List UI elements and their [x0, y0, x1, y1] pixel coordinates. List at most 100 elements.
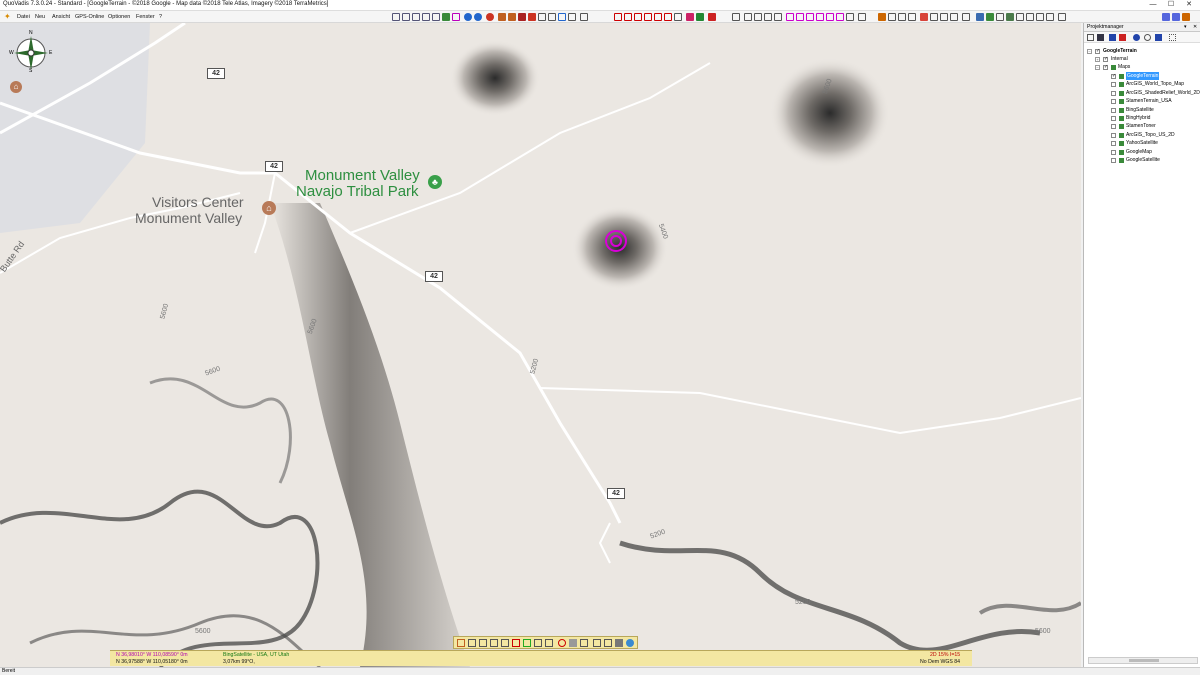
layer-checkbox[interactable]	[1111, 132, 1116, 138]
box-tool-icon[interactable]	[569, 639, 577, 647]
map-icon[interactable]	[442, 13, 450, 21]
maximize-button[interactable]: ☐	[1162, 0, 1180, 10]
pen2-icon[interactable]	[796, 13, 804, 21]
search-icon[interactable]	[452, 13, 460, 21]
route-edit-icon[interactable]	[644, 13, 652, 21]
layer-checkbox[interactable]: ✓	[1111, 74, 1116, 79]
pen3-icon[interactable]	[806, 13, 814, 21]
target-tool-icon[interactable]	[558, 639, 566, 647]
close-button[interactable]: ✕	[1180, 0, 1198, 10]
window-close-icon[interactable]	[1182, 13, 1190, 21]
waypoint-edit-icon[interactable]	[624, 13, 632, 21]
zoom-fit-icon[interactable]	[422, 13, 430, 21]
collapse-icon[interactable]: −	[1087, 49, 1092, 54]
layer-checkbox[interactable]	[1111, 124, 1116, 130]
collapse-icon[interactable]: −	[1095, 65, 1100, 70]
window-tile-icon[interactable]	[1162, 13, 1170, 21]
menu-fenster[interactable]: Fenster	[136, 14, 155, 20]
frame-tool-icon[interactable]	[604, 639, 612, 647]
crosshair-tool-icon[interactable]	[490, 639, 498, 647]
print-icon[interactable]	[674, 13, 682, 21]
target-icon[interactable]	[1026, 13, 1034, 21]
layer-checkbox[interactable]	[1111, 99, 1116, 105]
panel-close-button[interactable]: ✕	[1193, 24, 1197, 30]
x-tool-icon[interactable]	[878, 13, 886, 21]
tool-icon[interactable]	[518, 13, 526, 21]
measure-icon[interactable]	[538, 13, 546, 21]
panel-horizontal-scrollbar[interactable]	[1088, 657, 1198, 664]
cross3-icon[interactable]	[764, 13, 772, 21]
menu-neu[interactable]: Neu	[35, 14, 45, 20]
track-tool-icon[interactable]	[523, 639, 531, 647]
binoculars-icon[interactable]	[898, 13, 906, 21]
help-icon[interactable]	[1046, 13, 1054, 21]
grid-icon[interactable]	[1169, 34, 1176, 41]
search-icon[interactable]	[1144, 34, 1151, 41]
save-icon[interactable]	[1097, 34, 1104, 41]
checkbox[interactable]: ✓	[1095, 49, 1100, 54]
cross2-icon[interactable]	[754, 13, 762, 21]
zoom-prev-icon[interactable]	[432, 13, 440, 21]
forward-icon[interactable]	[474, 13, 482, 21]
panel-pin-button[interactable]: ▾	[1184, 24, 1187, 30]
park-tree-icon[interactable]: ♣	[428, 175, 442, 189]
arrow-tool-icon[interactable]	[545, 639, 553, 647]
layer-checkbox[interactable]	[1111, 90, 1116, 96]
layer-checkbox[interactable]	[1111, 107, 1116, 113]
chart-icon[interactable]	[976, 13, 984, 21]
folder-icon[interactable]	[1087, 34, 1094, 41]
back-icon[interactable]	[464, 13, 472, 21]
minimize-button[interactable]: —	[1144, 0, 1162, 10]
grid-icon[interactable]	[580, 13, 588, 21]
save-icon[interactable]	[696, 13, 704, 21]
menu-gps-online[interactable]: GPS-Online	[75, 14, 104, 20]
camera-icon[interactable]	[962, 13, 970, 21]
poi-icon-west[interactable]: ⌂	[10, 81, 22, 93]
bike-icon[interactable]	[930, 13, 938, 21]
layer-checkbox[interactable]	[1111, 141, 1116, 147]
tools-icon[interactable]	[1155, 34, 1162, 41]
layer-icon[interactable]	[498, 13, 506, 21]
pen5-icon[interactable]	[826, 13, 834, 21]
select-icon[interactable]	[858, 13, 866, 21]
gps-icon[interactable]	[486, 13, 494, 21]
layer2-icon[interactable]	[508, 13, 516, 21]
clock-icon[interactable]	[1036, 13, 1044, 21]
stop-icon[interactable]	[528, 13, 536, 21]
expand-icon[interactable]: +	[1095, 57, 1100, 62]
hand-tool-icon[interactable]	[479, 639, 487, 647]
arrow-icon[interactable]	[846, 13, 854, 21]
sound-icon[interactable]	[1058, 13, 1066, 21]
app-icon[interactable]: ✦	[4, 13, 12, 21]
binoculars2-icon[interactable]	[950, 13, 958, 21]
route-icon[interactable]	[634, 13, 642, 21]
scale-tool-icon[interactable]	[580, 639, 588, 647]
list-icon[interactable]	[568, 13, 576, 21]
pen4-icon[interactable]	[816, 13, 824, 21]
marker-icon[interactable]	[920, 13, 928, 21]
walk-icon[interactable]	[940, 13, 948, 21]
waypoint-icon[interactable]	[614, 13, 622, 21]
cross-icon[interactable]	[744, 13, 752, 21]
menu-help[interactable]: ?	[159, 14, 162, 20]
info-icon[interactable]	[558, 13, 566, 21]
terrain-icon[interactable]	[986, 13, 994, 21]
line-tool-icon[interactable]	[468, 639, 476, 647]
menu-datei[interactable]: Datei	[17, 14, 30, 20]
pen-icon[interactable]	[786, 13, 794, 21]
layer-checkbox[interactable]	[1111, 116, 1116, 121]
hand-icon[interactable]	[888, 13, 896, 21]
zoom-out-icon[interactable]	[402, 13, 410, 21]
layer-tool-icon[interactable]	[615, 639, 623, 647]
compass-icon[interactable]	[548, 13, 556, 21]
window-cascade-icon[interactable]	[1172, 13, 1180, 21]
cursor-icon[interactable]	[732, 13, 740, 21]
menu-optionen[interactable]: Optionen	[108, 14, 130, 20]
db-icon[interactable]	[1119, 34, 1126, 41]
x-icon[interactable]	[1109, 34, 1116, 41]
route-tool-icon[interactable]	[512, 639, 520, 647]
checkbox[interactable]: ✓	[1103, 65, 1108, 70]
cross4-icon[interactable]	[774, 13, 782, 21]
eye-icon[interactable]	[1133, 34, 1140, 41]
menu-ansicht[interactable]: Ansicht	[52, 14, 70, 20]
